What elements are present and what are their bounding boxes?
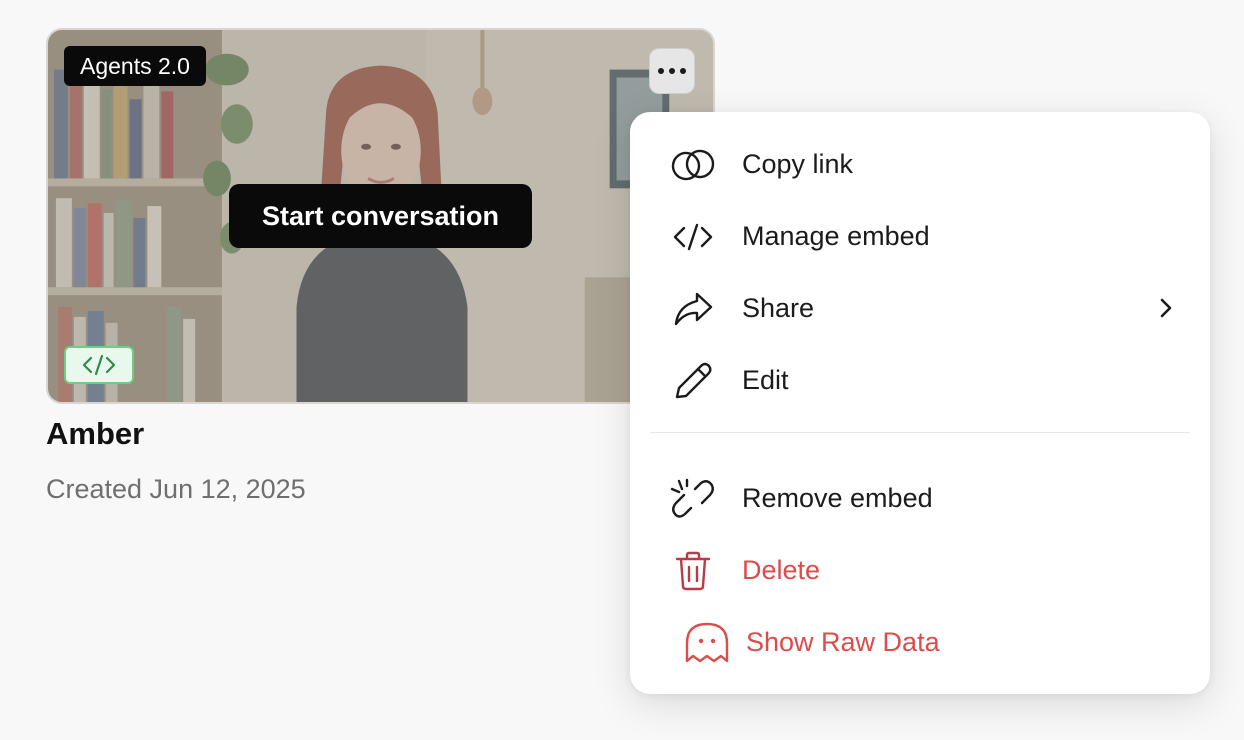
menu-item-delete[interactable]: Delete <box>650 538 1190 602</box>
pencil-icon <box>668 356 718 406</box>
version-badge: Agents 2.0 <box>64 46 206 86</box>
menu-item-label: Remove embed <box>742 483 933 513</box>
menu-item-show-raw-data[interactable]: Show Raw Data <box>650 610 1190 674</box>
menu-item-copy-link[interactable]: Copy link <box>650 132 1190 196</box>
unlink-icon <box>668 474 718 524</box>
embed-badge[interactable] <box>64 346 134 384</box>
chevron-right-icon <box>1160 298 1172 318</box>
more-options-button[interactable] <box>649 48 695 94</box>
ghost-icon <box>682 618 732 668</box>
code-icon <box>82 354 116 376</box>
agent-card[interactable]: Agents 2.0 Start conversation <box>46 28 715 404</box>
menu-item-label: Share <box>742 293 815 323</box>
agent-name: Amber <box>46 416 145 451</box>
menu-item-share[interactable]: Share <box>650 276 1190 340</box>
more-horizontal-icon <box>680 68 686 74</box>
agent-options-menu: Copy link Manage embed Share Edit Remove… <box>630 112 1210 694</box>
start-conversation-button[interactable]: Start conversation <box>229 184 532 248</box>
menu-item-remove-embed[interactable]: Remove embed <box>650 466 1190 530</box>
share-arrow-icon <box>668 284 718 334</box>
menu-item-label: Delete <box>742 555 821 585</box>
menu-item-edit[interactable]: Edit <box>650 348 1190 412</box>
code-icon <box>668 212 718 262</box>
menu-item-label: Show Raw Data <box>746 627 940 657</box>
menu-item-label: Edit <box>742 365 789 395</box>
more-horizontal-icon <box>658 68 664 74</box>
trash-icon <box>668 546 718 596</box>
menu-divider <box>650 432 1190 433</box>
menu-item-label: Manage embed <box>742 221 930 251</box>
link-icon <box>668 140 718 190</box>
agent-created-date: Created Jun 12, 2025 <box>46 474 306 504</box>
menu-item-manage-embed[interactable]: Manage embed <box>650 204 1190 268</box>
more-horizontal-icon <box>669 68 675 74</box>
page: Agents 2.0 Start conversation Amber Crea… <box>0 0 1244 740</box>
menu-item-label: Copy link <box>742 149 854 179</box>
